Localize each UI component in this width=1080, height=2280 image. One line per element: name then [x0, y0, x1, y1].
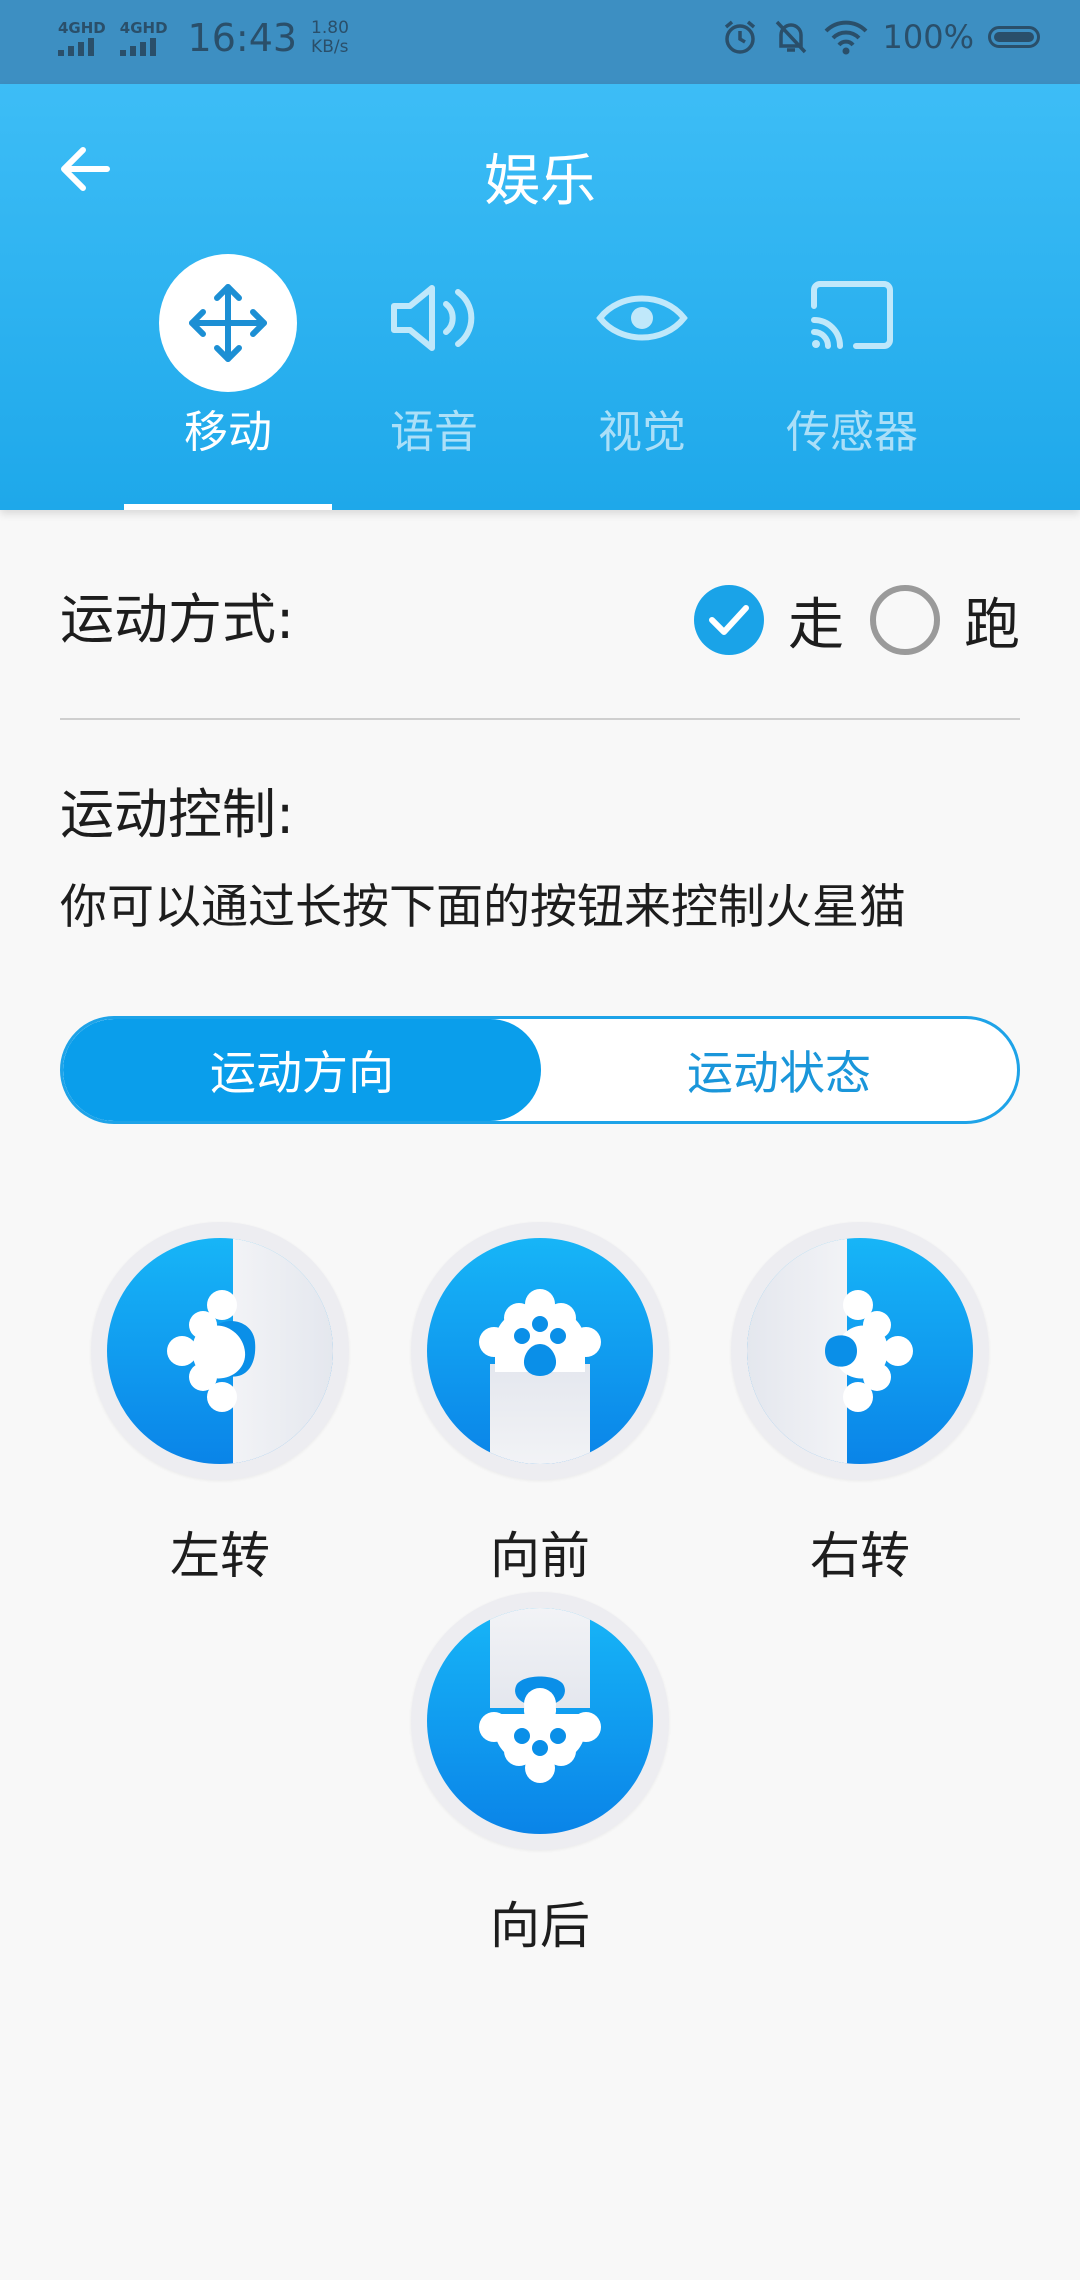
signal-bars-icon [119, 36, 156, 56]
radio-checked-icon [694, 585, 764, 655]
page-title: 娱乐 [484, 149, 596, 214]
network-speed: 1.80 KB/s [311, 19, 349, 57]
radio-label: 跑 [964, 592, 1020, 658]
radio-label: 走 [788, 592, 844, 658]
turn-right-button[interactable] [731, 1222, 989, 1480]
battery-percent: 100% [882, 18, 974, 56]
clock: 16:43 [187, 16, 298, 60]
speaker-icon [370, 254, 498, 382]
speed-unit: KB/s [311, 37, 349, 57]
radio-run[interactable]: 跑 [870, 580, 1020, 661]
tab-bar: 移动 语音 视觉 传感器 [0, 254, 1080, 510]
turn-left-label: 左转 [170, 1527, 270, 1585]
backward-button[interactable] [411, 1592, 669, 1850]
motion-control-title: 运动控制: [60, 783, 295, 846]
tab-label: 移动 [184, 407, 272, 458]
cast-icon [788, 254, 916, 382]
tab-voice[interactable]: 语音 [330, 254, 538, 510]
divider [60, 718, 1020, 720]
turn-left-button[interactable] [91, 1222, 349, 1480]
signal-1: 4GHD [58, 20, 106, 56]
forward-label: 向前 [490, 1527, 590, 1585]
mute-bell-icon [775, 20, 806, 54]
motion-mode-label: 运动方式: [60, 588, 295, 651]
eye-icon [578, 254, 706, 382]
move-icon [159, 254, 297, 392]
speed-value: 1.80 [311, 18, 349, 38]
segment-control: 运动方向 运动状态 [60, 1016, 1020, 1124]
segment-direction[interactable]: 运动方向 [63, 1019, 541, 1121]
radio-unchecked-icon [870, 585, 940, 655]
app-header: 娱乐 移动 语音 视觉 传感器 [0, 84, 1080, 510]
tab-sensor[interactable]: 传感器 [748, 254, 956, 510]
turn-right-label: 右转 [810, 1527, 910, 1585]
network-type: 4GHD [119, 19, 168, 37]
tab-indicator [124, 504, 332, 510]
backward-label: 向后 [490, 1897, 590, 1955]
tab-label: 语音 [390, 407, 478, 458]
paw-back-icon [427, 1608, 653, 1834]
tab-move[interactable]: 移动 [124, 254, 332, 510]
motion-mode-row: 运动方式: 走 跑 [60, 580, 1020, 660]
alarm-icon [724, 20, 755, 54]
network-type: 4GHD [58, 19, 106, 37]
paw-forward-icon [427, 1238, 653, 1464]
forward-button[interactable] [411, 1222, 669, 1480]
paw-right-icon [747, 1238, 973, 1464]
signal-bars-icon [58, 36, 94, 56]
segment-state[interactable]: 运动状态 [541, 1019, 1017, 1121]
tab-label: 视觉 [598, 407, 686, 458]
status-bar: 4GHD 4GHD 16:43 1.80 KB/s 100% [0, 0, 1080, 84]
wifi-icon [824, 20, 867, 55]
tab-label: 传感器 [786, 407, 918, 458]
motion-control-description: 你可以通过长按下面的按钮来控制火星猫 [60, 880, 906, 935]
battery-icon [988, 26, 1040, 48]
tab-vision[interactable]: 视觉 [538, 254, 746, 510]
paw-left-icon [107, 1238, 333, 1464]
radio-walk[interactable]: 走 [694, 580, 844, 661]
signal-2: 4GHD [119, 19, 168, 56]
